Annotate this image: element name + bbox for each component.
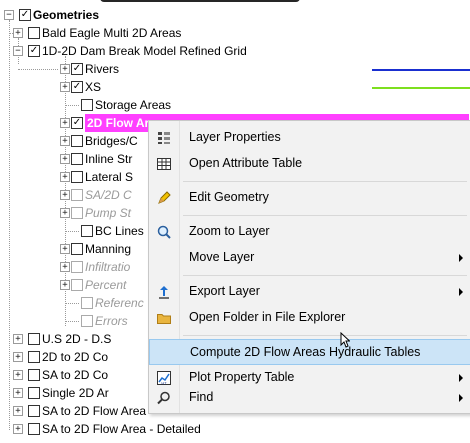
expand-icon[interactable]: + [60, 64, 70, 74]
tree-item-label: XS [85, 80, 102, 94]
tree-item-label: Single 2D Ar [42, 386, 109, 400]
expand-icon[interactable]: + [13, 370, 23, 380]
checkbox[interactable] [71, 207, 83, 219]
folder-icon [156, 310, 172, 326]
checkbox[interactable] [81, 315, 93, 327]
tree-item-label: Errors [95, 314, 128, 328]
expand-icon[interactable]: + [13, 424, 23, 434]
tree-item-rivers[interactable]: + ✓ Rivers [0, 60, 470, 78]
collapse-icon[interactable]: − [4, 10, 14, 20]
menu-item-edit-geometry[interactable]: Edit Geometry [149, 185, 470, 211]
plot-table-icon: HT [156, 370, 172, 386]
submenu-arrow-icon [459, 374, 463, 382]
tree-item-label: Storage Areas [95, 98, 172, 112]
xs-legend-swatch [372, 87, 470, 89]
menu-item-layer-properties[interactable]: Layer Properties [149, 125, 470, 151]
checkbox[interactable] [71, 153, 83, 165]
export-icon [156, 284, 172, 300]
expand-icon[interactable]: + [13, 352, 23, 362]
tree-item-label: Bridges/C [85, 134, 138, 148]
checkbox[interactable] [81, 99, 93, 111]
tree-item-label: Rivers [85, 62, 120, 76]
tree-item-geometries[interactable]: − ✓ Geometries [0, 6, 470, 24]
tree-item-label: 2D to 2D Co [42, 350, 109, 364]
checkbox[interactable] [71, 135, 83, 147]
find-icon [156, 390, 172, 406]
layer-properties-icon [156, 130, 172, 146]
checkbox[interactable] [28, 333, 40, 345]
checkbox[interactable]: ✓ [28, 45, 40, 57]
tree-item-label: Bald Eagle Multi 2D Areas [42, 26, 182, 40]
checkbox[interactable] [81, 297, 93, 309]
zoom-icon [156, 224, 172, 240]
tree-item-label: Pump St [85, 206, 132, 220]
tree-item-label: Inline Str [85, 152, 133, 166]
tree-item-xs[interactable]: + ✓ XS [0, 78, 470, 96]
geometries-checkbox[interactable]: ✓ [19, 9, 31, 21]
tree-item-sa-to-2d-detailed[interactable]: + SA to 2D Flow Area - Detailed [0, 420, 470, 438]
tree-item-label: SA/2D C [85, 188, 132, 202]
expand-icon[interactable]: + [13, 406, 23, 416]
checkbox[interactable] [71, 261, 83, 273]
menu-item-open-folder[interactable]: Open Folder in File Explorer [149, 305, 470, 331]
checkbox[interactable] [28, 387, 40, 399]
tree-item-label: SA to 2D Flow Area [42, 404, 147, 418]
menu-item-export-layer[interactable]: Export Layer [149, 279, 470, 305]
menu-item-zoom-to-layer[interactable]: Zoom to Layer [149, 219, 470, 245]
tree-item-label: Percent [85, 278, 127, 292]
tree-item-label: SA to 2D Co [42, 368, 109, 382]
checkbox[interactable]: ✓ [71, 63, 83, 75]
tree-item-label: Geometries [33, 8, 100, 22]
checkbox[interactable] [28, 405, 40, 417]
rivers-legend-swatch [372, 69, 470, 71]
expand-icon[interactable]: + [60, 82, 70, 92]
tree-item-label: U.S 2D - D.S [42, 332, 112, 346]
expand-icon[interactable]: + [60, 136, 70, 146]
expand-icon[interactable]: + [60, 280, 70, 290]
tree-item-label: Manning [85, 242, 132, 256]
menu-item-move-layer[interactable]: Move Layer [149, 245, 470, 271]
expand-icon[interactable]: + [60, 244, 70, 254]
submenu-arrow-icon [459, 254, 463, 262]
tree-item-label: Lateral S [85, 170, 134, 184]
tree-item-label: Referenc [95, 296, 144, 310]
context-menu: Layer Properties Open Attribute Table Ed… [148, 120, 470, 414]
expand-icon[interactable]: + [13, 28, 23, 38]
expand-icon[interactable]: + [13, 388, 23, 398]
submenu-arrow-icon [459, 288, 463, 296]
expand-icon[interactable]: + [60, 154, 70, 164]
checkbox[interactable]: ✓ [71, 81, 83, 93]
checkbox[interactable] [81, 225, 93, 237]
pencil-icon [156, 190, 172, 206]
tree-item-label: SA to 2D Flow Area - Detailed [42, 422, 201, 436]
collapse-icon[interactable]: − [13, 46, 23, 56]
tree-item-dam-break-model[interactable]: − ✓ 1D-2D Dam Break Model Refined Grid [0, 42, 470, 60]
tree-item-label: 1D-2D Dam Break Model Refined Grid [42, 44, 247, 58]
tree-item-bald-eagle[interactable]: + Bald Eagle Multi 2D Areas [0, 24, 470, 42]
tree-item-label: Infiltratio [85, 260, 131, 274]
checkbox[interactable] [71, 189, 83, 201]
checkbox[interactable] [71, 243, 83, 255]
table-icon [156, 156, 172, 172]
checkbox[interactable] [28, 27, 40, 39]
expand-icon[interactable]: + [13, 334, 23, 344]
tree-item-label: BC Lines [95, 224, 144, 238]
checkbox[interactable] [28, 351, 40, 363]
tree-item-storage-areas[interactable]: Storage Areas [0, 96, 470, 114]
mouse-cursor-icon [340, 331, 351, 348]
checkbox[interactable] [71, 279, 83, 291]
expand-icon[interactable]: + [60, 208, 70, 218]
checkbox[interactable] [71, 171, 83, 183]
menu-item-find[interactable]: Find [149, 385, 470, 411]
checkbox[interactable] [28, 423, 40, 435]
menu-item-compute-hydraulic-tables[interactable]: Compute 2D Flow Areas Hydraulic Tables [149, 339, 470, 365]
submenu-arrow-icon [459, 394, 463, 402]
checkbox[interactable] [28, 369, 40, 381]
expand-icon[interactable]: + [60, 172, 70, 182]
expand-icon[interactable]: + [60, 262, 70, 272]
menu-item-open-attribute-table[interactable]: Open Attribute Table [149, 151, 470, 177]
expand-icon[interactable]: + [60, 190, 70, 200]
expand-icon[interactable]: + [60, 118, 70, 128]
checkbox[interactable]: ✓ [71, 117, 83, 129]
